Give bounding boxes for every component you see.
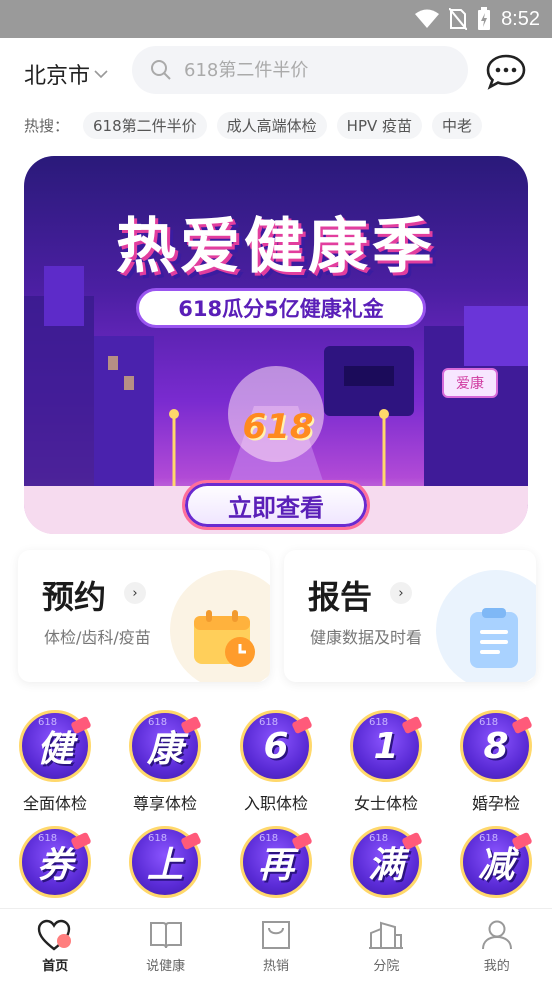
grid-icon: 618 满 — [350, 826, 423, 898]
banner-cta-button[interactable]: 立即查看 — [182, 480, 370, 530]
city-selector[interactable]: 北京市 — [24, 58, 108, 90]
hot-search-tag[interactable]: HPV 疫苗 — [336, 111, 423, 139]
book-icon — [149, 922, 182, 949]
grid-item-jian[interactable]: 618 减 — [446, 826, 546, 898]
nav-item-health-talk[interactable]: 说健康 — [110, 909, 220, 981]
shopping-bag-icon — [261, 921, 290, 949]
appointment-card[interactable]: 预约 › 体检/齿科/疫苗 — [18, 550, 270, 682]
search-icon — [151, 60, 171, 80]
person-icon — [481, 920, 512, 950]
banner-subtitle: 618瓜分5亿健康礼金 — [136, 288, 426, 328]
grid-item-pregnancy-checkup[interactable]: 618 8 婚孕检 — [446, 710, 546, 814]
appointment-desc: 体检/齿科/疫苗 — [44, 628, 151, 647]
header: 北京市 — [0, 38, 552, 104]
hot-search-label: 热搜： — [24, 116, 70, 135]
message-icon[interactable] — [486, 54, 526, 90]
battery-charging-icon — [478, 7, 491, 30]
calendar-icon — [194, 610, 255, 667]
search-input[interactable] — [184, 59, 444, 81]
grid-item-coupon[interactable]: 618 券 — [5, 826, 105, 898]
grid-item-employment-checkup[interactable]: 618 6 入职体检 — [226, 710, 326, 814]
banner-sign: 爱康 — [442, 368, 498, 398]
nav-label: 我的 — [483, 959, 510, 974]
banner-618-badge: 618 — [242, 407, 314, 447]
hot-search-row: 热搜： 618第二件半价 成人高端体检 HPV 疫苗 中老 — [24, 110, 483, 140]
nav-item-me[interactable]: 我的 — [442, 909, 552, 981]
nav-label: 首页 — [42, 959, 69, 974]
nav-item-home[interactable]: 首页 — [0, 909, 110, 981]
wifi-icon — [415, 9, 440, 28]
grid-icon: 618 健 — [19, 710, 92, 782]
buildings-icon — [369, 921, 404, 949]
nav-label: 分院 — [373, 959, 400, 974]
nav-item-branches[interactable]: 分院 — [331, 909, 441, 981]
grid-item-man[interactable]: 618 满 — [336, 826, 436, 898]
promo-banner[interactable]: 热爱健康季 618瓜分5亿健康礼金 爱康 618 立即查看 — [24, 156, 528, 534]
bottom-nav: 首页 说健康 热销 分院 我的 — [0, 908, 552, 981]
grid-icon: 618 6 — [240, 710, 313, 782]
grid-item-women-checkup[interactable]: 618 1 女士体检 — [336, 710, 436, 814]
nav-label: 说健康 — [146, 959, 186, 974]
clipboard-icon — [470, 608, 518, 668]
grid-item-premium-checkup[interactable]: 618 康 尊享体检 — [115, 710, 215, 814]
grid-label: 入职体检 — [243, 794, 308, 813]
grid-label: 女士体检 — [353, 794, 418, 813]
report-title: 报告 — [308, 578, 373, 616]
grid-label: 全面体检 — [22, 794, 87, 813]
grid-icon: 618 康 — [129, 710, 202, 782]
hot-search-tag[interactable]: 成人高端体检 — [216, 111, 327, 139]
grid-item-zai[interactable]: 618 再 — [226, 826, 326, 898]
chevron-down-icon — [94, 70, 108, 79]
search-bar[interactable] — [132, 46, 468, 94]
grid-icon: 618 减 — [460, 826, 533, 898]
report-desc: 健康数据及时看 — [310, 628, 423, 647]
report-card[interactable]: 报告 › 健康数据及时看 — [284, 550, 536, 682]
status-icons: 8:52 — [415, 0, 540, 38]
chevron-right-icon[interactable]: › — [124, 582, 146, 604]
grid-icon: 618 再 — [240, 826, 313, 898]
hot-search-tag[interactable]: 618第二件半价 — [83, 111, 207, 139]
chevron-right-icon[interactable]: › — [390, 582, 412, 604]
grid-icon: 618 1 — [350, 710, 423, 782]
grid-label: 尊享体检 — [132, 794, 197, 813]
no-sim-icon — [449, 8, 468, 30]
grid-label: 婚孕检 — [471, 794, 520, 813]
appointment-title: 预约 — [42, 578, 107, 616]
status-time: 8:52 — [501, 7, 540, 30]
status-bar: 8:52 — [0, 0, 552, 38]
grid-icon: 618 上 — [129, 826, 202, 898]
nav-item-hot-sale[interactable]: 热销 — [221, 909, 331, 981]
grid-icon: 618 8 — [460, 710, 533, 782]
hot-search-tag[interactable]: 中老 — [432, 111, 483, 139]
grid-item-shang[interactable]: 618 上 — [115, 826, 215, 898]
banner-title: 热爱健康季 — [116, 212, 436, 282]
nav-label: 热销 — [262, 959, 289, 974]
city-label: 北京市 — [24, 64, 91, 89]
grid-icon: 618 券 — [19, 826, 92, 898]
home-heart-icon — [37, 919, 72, 951]
grid-item-full-checkup[interactable]: 618 健 全面体检 — [5, 710, 105, 814]
